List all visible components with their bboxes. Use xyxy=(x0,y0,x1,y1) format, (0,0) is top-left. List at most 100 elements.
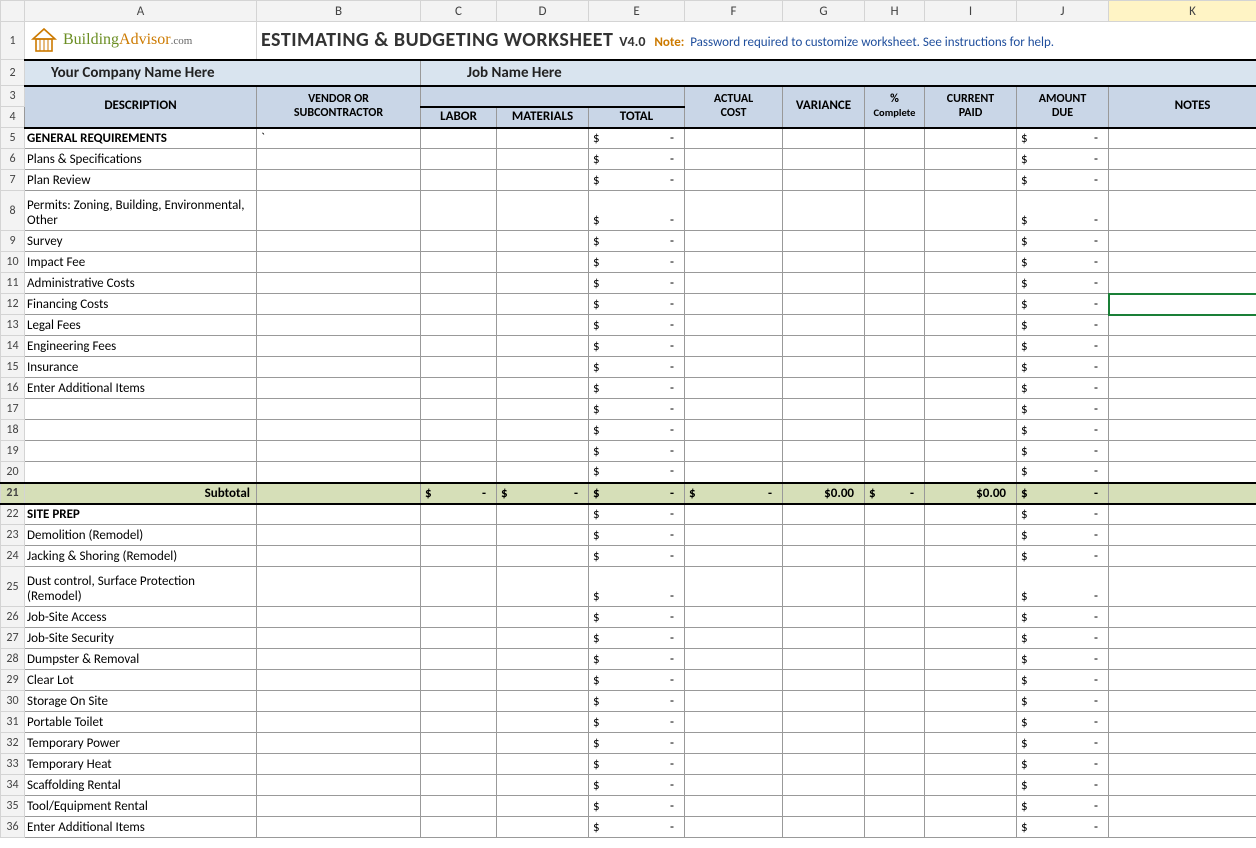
actual-cell[interactable] xyxy=(685,378,783,399)
vendor-cell[interactable] xyxy=(257,191,421,231)
pct-cell[interactable] xyxy=(865,670,925,691)
labor-cell[interactable] xyxy=(421,775,497,796)
line-description[interactable]: Financing Costs xyxy=(25,294,257,315)
labor-cell[interactable] xyxy=(421,817,497,838)
materials-cell[interactable] xyxy=(497,546,589,567)
actual-cell[interactable] xyxy=(685,315,783,336)
actual-cell[interactable] xyxy=(685,399,783,420)
column-header-g[interactable]: G xyxy=(783,1,865,22)
notes-cell[interactable] xyxy=(1109,712,1256,733)
pct-cell[interactable] xyxy=(865,754,925,775)
notes-cell[interactable] xyxy=(1109,525,1256,546)
vendor-cell[interactable] xyxy=(257,796,421,817)
labor-cell[interactable] xyxy=(421,691,497,712)
labor-cell[interactable] xyxy=(421,336,497,357)
paid-cell[interactable] xyxy=(925,399,1017,420)
vendor-cell[interactable] xyxy=(257,420,421,441)
notes-cell[interactable] xyxy=(1109,420,1256,441)
vendor-cell[interactable] xyxy=(257,294,421,315)
pct-cell[interactable] xyxy=(865,315,925,336)
column-header-c[interactable]: C xyxy=(421,1,497,22)
pct-cell[interactable] xyxy=(865,336,925,357)
materials-cell[interactable] xyxy=(497,149,589,170)
materials-cell[interactable] xyxy=(497,252,589,273)
materials-cell[interactable] xyxy=(497,191,589,231)
actual-cell[interactable] xyxy=(685,336,783,357)
vendor-cell[interactable] xyxy=(257,273,421,294)
materials-cell[interactable] xyxy=(497,754,589,775)
notes-cell[interactable] xyxy=(1109,691,1256,712)
line-description[interactable]: Administrative Costs xyxy=(25,273,257,294)
materials-cell[interactable] xyxy=(497,733,589,754)
labor-cell[interactable] xyxy=(421,441,497,462)
paid-cell[interactable] xyxy=(925,775,1017,796)
labor-cell[interactable] xyxy=(421,754,497,775)
labor-cell[interactable] xyxy=(421,191,497,231)
vendor-cell[interactable] xyxy=(257,357,421,378)
vendor-cell[interactable] xyxy=(257,315,421,336)
vendor-cell[interactable] xyxy=(257,546,421,567)
pct-cell[interactable] xyxy=(865,170,925,191)
line-description[interactable] xyxy=(25,441,257,462)
pct-cell[interactable] xyxy=(865,607,925,628)
pct-cell[interactable] xyxy=(865,420,925,441)
line-description[interactable]: Scaffolding Rental xyxy=(25,775,257,796)
column-header-i[interactable]: I xyxy=(925,1,1017,22)
line-description[interactable]: Enter Additional Items xyxy=(25,378,257,399)
paid-cell[interactable] xyxy=(925,357,1017,378)
pct-cell[interactable] xyxy=(865,712,925,733)
line-description[interactable]: SITE PREP xyxy=(25,504,257,525)
line-description[interactable]: Demolition (Remodel) xyxy=(25,525,257,546)
notes-cell[interactable] xyxy=(1109,149,1256,170)
notes-cell[interactable] xyxy=(1109,754,1256,775)
line-description[interactable]: Plans & Specifications xyxy=(25,149,257,170)
actual-cell[interactable] xyxy=(685,546,783,567)
notes-cell[interactable] xyxy=(1109,273,1256,294)
notes-cell[interactable] xyxy=(1109,775,1256,796)
vendor-cell[interactable] xyxy=(257,525,421,546)
actual-cell[interactable] xyxy=(685,775,783,796)
paid-cell[interactable] xyxy=(925,754,1017,775)
paid-cell[interactable] xyxy=(925,525,1017,546)
line-description[interactable]: Job-Site Security xyxy=(25,628,257,649)
actual-cell[interactable] xyxy=(685,170,783,191)
materials-cell[interactable] xyxy=(497,607,589,628)
vendor-cell[interactable] xyxy=(257,441,421,462)
line-description[interactable]: Permits: Zoning, Building, Environmental… xyxy=(25,191,257,231)
job-name-field[interactable]: Job Name Here xyxy=(421,60,1256,86)
line-description[interactable]: Temporary Power xyxy=(25,733,257,754)
column-header-e[interactable]: E xyxy=(589,1,685,22)
pct-cell[interactable] xyxy=(865,128,925,149)
notes-cell[interactable] xyxy=(1109,231,1256,252)
pct-cell[interactable] xyxy=(865,775,925,796)
pct-cell[interactable] xyxy=(865,504,925,525)
actual-cell[interactable] xyxy=(685,357,783,378)
materials-cell[interactable] xyxy=(497,170,589,191)
actual-cell[interactable] xyxy=(685,420,783,441)
actual-cell[interactable] xyxy=(685,149,783,170)
labor-cell[interactable] xyxy=(421,231,497,252)
materials-cell[interactable] xyxy=(497,128,589,149)
line-description[interactable]: Insurance xyxy=(25,357,257,378)
actual-cell[interactable] xyxy=(685,567,783,607)
pct-cell[interactable] xyxy=(865,149,925,170)
line-description[interactable] xyxy=(25,462,257,483)
actual-cell[interactable] xyxy=(685,273,783,294)
pct-cell[interactable] xyxy=(865,817,925,838)
pct-cell[interactable] xyxy=(865,252,925,273)
column-header-f[interactable]: F xyxy=(685,1,783,22)
actual-cell[interactable] xyxy=(685,525,783,546)
pct-cell[interactable] xyxy=(865,546,925,567)
materials-cell[interactable] xyxy=(497,441,589,462)
paid-cell[interactable] xyxy=(925,733,1017,754)
materials-cell[interactable] xyxy=(497,294,589,315)
column-header-k[interactable]: K xyxy=(1109,1,1256,22)
actual-cell[interactable] xyxy=(685,796,783,817)
vendor-cell[interactable] xyxy=(257,649,421,670)
labor-cell[interactable] xyxy=(421,628,497,649)
paid-cell[interactable] xyxy=(925,607,1017,628)
pct-cell[interactable] xyxy=(865,231,925,252)
line-description[interactable]: Storage On Site xyxy=(25,691,257,712)
vendor-cell[interactable]: ` xyxy=(257,128,421,149)
labor-cell[interactable] xyxy=(421,273,497,294)
